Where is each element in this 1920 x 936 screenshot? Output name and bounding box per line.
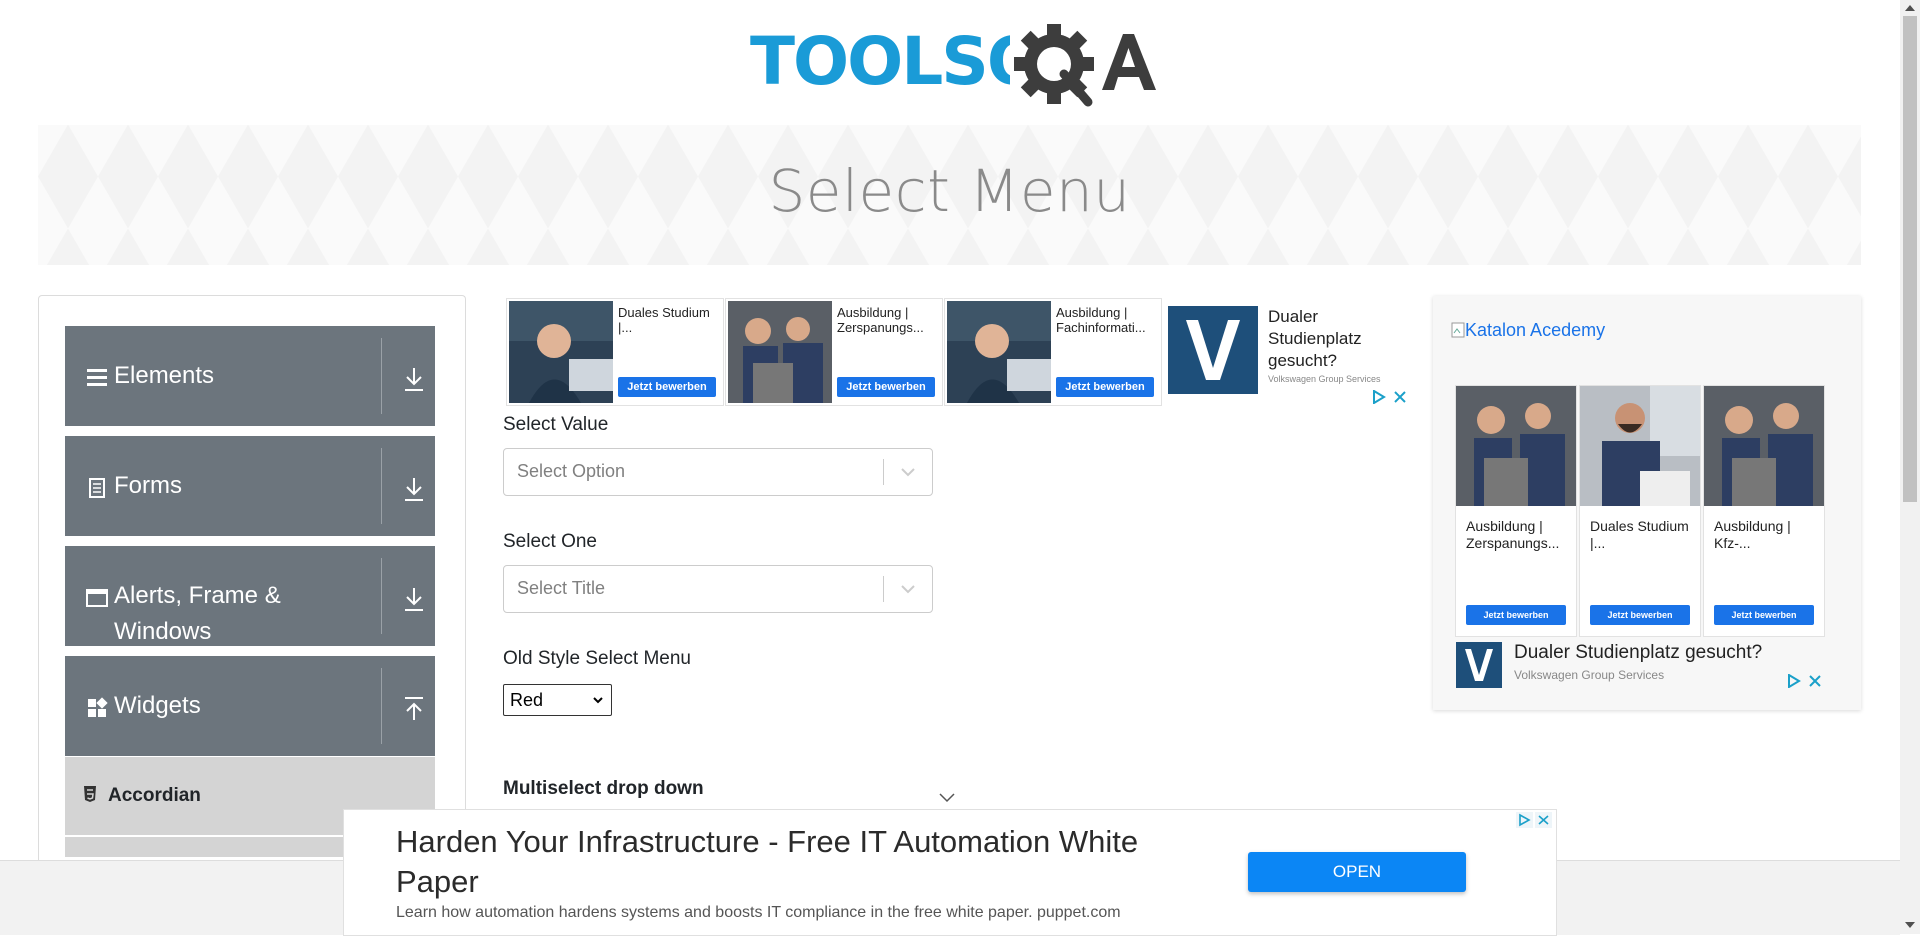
window-icon: [86, 589, 108, 607]
sidebar-group-forms[interactable]: Forms: [65, 436, 435, 536]
select-one-placeholder: Select Title: [517, 578, 606, 598]
apply-button[interactable]: Jetzt bewerben: [1714, 605, 1814, 625]
apply-button[interactable]: Jetzt bewerben: [1466, 605, 1566, 625]
ad-headline[interactable]: Dualer Studienplatz gesucht?: [1268, 306, 1408, 372]
divider: [883, 459, 884, 485]
ad-text: Ausbildung | Zerspanungs...: [837, 305, 924, 335]
apply-button[interactable]: Jetzt bewerben: [1590, 605, 1690, 625]
page-banner: Select Menu: [38, 125, 1861, 265]
ad-card[interactable]: Ausbildung | Fachinformati... Jetzt bewe…: [944, 298, 1162, 406]
bottom-ad-banner[interactable]: Harden Your Infrastructure - Free IT Aut…: [343, 809, 1557, 936]
divider: [381, 558, 382, 634]
ad-image: [728, 301, 832, 403]
download-arrow-icon[interactable]: [403, 366, 425, 392]
divider: [381, 338, 382, 414]
ad-image: [509, 301, 613, 403]
scrollbar-thumb[interactable]: [1903, 16, 1917, 502]
chevron-down-icon: [593, 697, 603, 704]
ad-text: Ausbildung | Zerspanungs...: [1466, 518, 1560, 551]
open-button[interactable]: OPEN: [1248, 852, 1466, 892]
chevron-down-icon[interactable]: [938, 792, 956, 804]
ad-description: Learn how automation hardens systems and…: [396, 904, 1121, 921]
document-icon: [89, 478, 105, 498]
sidebar-group-label: Widgets: [114, 692, 201, 719]
sidebar-group-label: Elements: [114, 362, 215, 389]
chevron-down-icon[interactable]: [898, 579, 918, 599]
adchoices-icon[interactable]: [1372, 390, 1386, 404]
close-icon[interactable]: [1393, 390, 1407, 404]
sidebar-group-elements[interactable]: Elements: [65, 326, 435, 426]
old-style-select-value: Red: [510, 690, 544, 710]
select-one-dropdown[interactable]: Select Title: [503, 565, 933, 613]
katalon-alt-text: Katalon Acedemy: [1465, 320, 1606, 340]
ad-headline[interactable]: Harden Your Infrastructure - Free IT Aut…: [396, 822, 1216, 902]
old-style-select-label: Old Style Select Menu: [503, 648, 691, 669]
divider: [883, 576, 884, 602]
html5-icon: [84, 786, 96, 802]
sidebar-group-label: Forms: [114, 472, 182, 499]
sidebar-group-alerts-frame-windows[interactable]: Alerts, Frame & Windows: [65, 546, 435, 646]
divider: [381, 448, 382, 524]
ad-image: [947, 301, 1051, 403]
select-value-label: Select Value: [503, 414, 609, 435]
sidebar-item-label: Accordian: [108, 785, 201, 806]
download-arrow-icon[interactable]: [403, 586, 425, 612]
ad-image: [1580, 386, 1700, 506]
ad-image: [1704, 386, 1824, 506]
ad-image: [1456, 386, 1576, 506]
page-title: Select Menu: [768, 157, 1131, 225]
ad-text: Duales Studium |...: [1590, 518, 1689, 551]
apply-button[interactable]: Jetzt bewerben: [837, 377, 935, 397]
ad-card[interactable]: Duales Studium |... Jetzt bewerben: [1579, 385, 1701, 637]
ad-text: Ausbildung | Fachinformati...: [1056, 305, 1146, 335]
ad-advertiser: Volkswagen Group Services: [1514, 668, 1665, 682]
divider: [381, 668, 382, 744]
scroll-down-arrow-icon[interactable]: [1904, 920, 1916, 930]
ad-text: Duales Studium |...: [618, 305, 710, 335]
katalon-image-link[interactable]: Katalon Acedemy: [1451, 320, 1605, 341]
select-one-label: Select One: [503, 531, 597, 552]
vw-logo[interactable]: [1168, 306, 1258, 394]
ad-card[interactable]: Duales Studium |... Jetzt bewerben: [506, 298, 724, 406]
download-arrow-icon[interactable]: [403, 476, 425, 502]
list-icon: [87, 369, 107, 386]
ad-card[interactable]: Ausbildung | Zerspanungs... Jetzt bewerb…: [725, 298, 943, 406]
sidebar-group-widgets[interactable]: Widgets: [65, 656, 435, 756]
scroll-up-arrow-icon[interactable]: [1904, 3, 1916, 13]
sidebar-group-label: Alerts, Frame & Windows: [114, 582, 281, 645]
multiselect-label: Multiselect drop down: [503, 778, 704, 799]
apply-button[interactable]: Jetzt bewerben: [618, 377, 716, 397]
apply-button[interactable]: Jetzt bewerben: [1056, 377, 1154, 397]
vw-logo[interactable]: [1456, 642, 1502, 688]
gear-icon: [1010, 20, 1158, 115]
close-icon[interactable]: [1808, 674, 1822, 688]
broken-image-icon: [1451, 322, 1465, 338]
ad-card[interactable]: Ausbildung | Kfz-... Jetzt bewerben: [1703, 385, 1825, 637]
adchoices-icon[interactable]: [1787, 674, 1801, 688]
ad-text: Ausbildung | Kfz-...: [1714, 518, 1791, 551]
chevron-down-icon[interactable]: [898, 462, 918, 482]
old-style-select[interactable]: Red: [503, 684, 612, 716]
adchoices-close-icon[interactable]: [1516, 812, 1552, 828]
select-value-dropdown[interactable]: Select Option: [503, 448, 933, 496]
widgets-icon: [88, 697, 108, 717]
upload-arrow-icon[interactable]: [403, 696, 425, 722]
select-value-placeholder: Select Option: [517, 461, 626, 481]
ad-card[interactable]: Ausbildung | Zerspanungs... Jetzt bewerb…: [1455, 385, 1577, 637]
ad-advertiser: Volkswagen Group Services: [1268, 374, 1381, 384]
ad-headline[interactable]: Dualer Studienplatz gesucht?: [1514, 642, 1762, 664]
